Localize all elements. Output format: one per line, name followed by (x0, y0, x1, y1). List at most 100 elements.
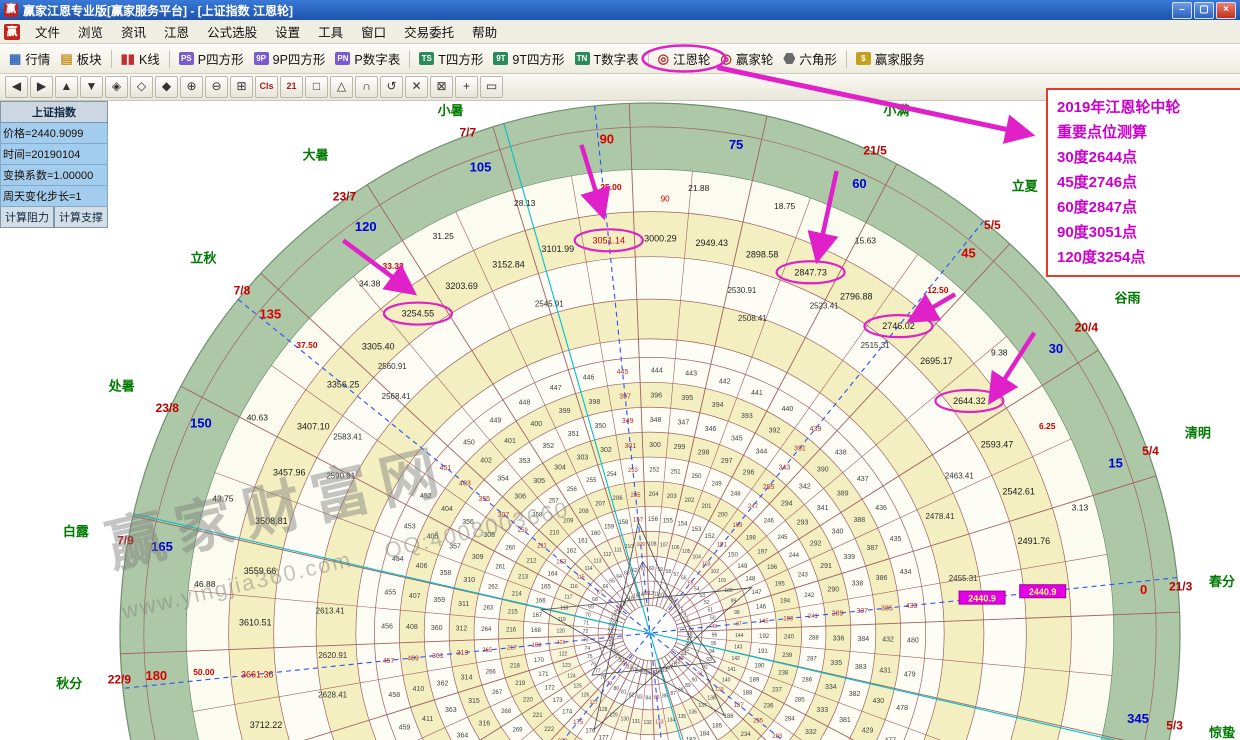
tool-forward[interactable]: ▶ (30, 76, 53, 98)
tool-select-tool[interactable]: ▭ (480, 76, 503, 98)
toolbar-item-t-number-table[interactable]: TNT数字表 (570, 47, 644, 70)
svg-text:315: 315 (468, 698, 480, 705)
annotation-line-1: 重要点位测算 (1057, 120, 1240, 145)
svg-text:5/4: 5/4 (1142, 444, 1159, 458)
toolbar-item-kline[interactable]: ▮▮K线 (116, 47, 165, 70)
tool-arc-tool[interactable]: ∩ (355, 76, 378, 98)
svg-text:203: 203 (667, 494, 678, 500)
toolbar-item-jiangenlun[interactable]: ◎江恩轮 (653, 47, 716, 70)
menu-item-5[interactable]: 设置 (266, 20, 309, 43)
sectors-icon: ▤ (60, 52, 72, 65)
menu-item-3[interactable]: 江恩 (155, 20, 198, 43)
service-label: 赢家服务 (875, 49, 925, 68)
maximize-button[interactable]: ▢ (1194, 2, 1214, 19)
annotation-line-5: 90度3051点 (1057, 220, 1240, 245)
svg-text:305: 305 (533, 478, 545, 485)
svg-text:241: 241 (808, 614, 819, 620)
tool-back[interactable]: ◀ (5, 76, 28, 98)
svg-text:71: 71 (583, 621, 589, 627)
svg-text:22/9: 22/9 (108, 672, 132, 686)
tool-move-tool[interactable]: + (455, 76, 478, 98)
app-logo-icon: 赢 (4, 3, 18, 17)
minimize-button[interactable]: – (1172, 2, 1192, 19)
tool-pointer[interactable]: ▲ (55, 76, 78, 98)
toolbar-item-p-number-table[interactable]: PNP数字表 (330, 47, 405, 70)
svg-text:13: 13 (643, 591, 649, 597)
calc-resistance-button[interactable]: 计算阻力 (0, 207, 54, 228)
tool-diamond-outline[interactable]: ◇ (130, 76, 153, 98)
tool-rotate-tool[interactable]: ↺ (380, 76, 403, 98)
svg-text:129: 129 (609, 712, 618, 718)
parameter-row-2: 变换系数=1.00000 (0, 165, 108, 186)
tool-zoom-out[interactable]: ⊖ (205, 76, 228, 98)
toolbar-item-quotes[interactable]: ▦行情 (4, 47, 55, 70)
svg-text:246: 246 (764, 518, 775, 524)
svg-text:193: 193 (783, 617, 794, 623)
svg-text:453: 453 (404, 523, 416, 530)
close-button[interactable]: × (1216, 2, 1236, 19)
tool-delete-tool[interactable]: ✕ (405, 76, 428, 98)
svg-text:清明: 清明 (1185, 426, 1211, 441)
menu-item-4[interactable]: 公式选股 (198, 20, 266, 43)
menu-item-8[interactable]: 交易委托 (395, 20, 463, 43)
svg-text:3.13: 3.13 (1072, 503, 1089, 513)
menu-item-6[interactable]: 工具 (309, 20, 352, 43)
menu-item-7[interactable]: 窗口 (352, 20, 395, 43)
svg-text:2491.76: 2491.76 (1018, 536, 1051, 546)
tool-boxed-x-tool[interactable]: ⊠ (430, 76, 453, 98)
svg-text:245: 245 (777, 535, 788, 541)
toolbar-item-t-square[interactable]: TST四方形 (414, 47, 488, 70)
svg-text:52: 52 (704, 600, 710, 606)
svg-text:15.63: 15.63 (855, 235, 877, 245)
svg-text:小满: 小满 (883, 103, 909, 118)
menu-item-2[interactable]: 资讯 (112, 20, 155, 43)
svg-text:149: 149 (737, 564, 748, 570)
svg-text:436: 436 (875, 505, 887, 512)
svg-text:390: 390 (817, 466, 829, 473)
svg-text:48: 48 (687, 632, 693, 638)
tool-diamond-fill[interactable]: ◆ (155, 76, 178, 98)
menu-item-1[interactable]: 浏览 (69, 20, 112, 43)
t-number-table-icon: TN (575, 52, 590, 65)
tool-cls[interactable]: Cls (255, 76, 278, 98)
menu-item-9[interactable]: 帮助 (463, 20, 506, 43)
svg-text:334: 334 (825, 684, 837, 691)
tool-filter[interactable]: ▼ (80, 76, 103, 98)
toolbar-item-9p-square[interactable]: 9P9P四方形 (249, 47, 331, 70)
svg-text:301: 301 (624, 443, 636, 450)
toolbar-item-p-square[interactable]: PSP四方形 (174, 47, 249, 70)
annotation-line-6: 120度3254点 (1057, 245, 1240, 270)
svg-text:125: 125 (574, 683, 583, 689)
svg-text:50: 50 (710, 616, 716, 622)
jiangenlun-label: 江恩轮 (673, 49, 711, 68)
calc-support-button[interactable]: 计算支撑 (54, 207, 108, 228)
tool-zoom-in[interactable]: ⊕ (180, 76, 203, 98)
svg-text:446: 446 (583, 375, 595, 382)
svg-text:392: 392 (769, 427, 781, 434)
toolbar-item-hexagon[interactable]: 六角形 (778, 47, 842, 70)
svg-text:267: 267 (492, 690, 503, 696)
toolbar-item-9t-square[interactable]: 9T9T四方形 (488, 47, 569, 70)
svg-text:50.00: 50.00 (193, 667, 215, 677)
tool-grid[interactable]: ⊞ (230, 76, 253, 98)
tool-triangle-tool[interactable]: △ (330, 76, 353, 98)
svg-text:186: 186 (724, 714, 735, 720)
tool-diamond-gold[interactable]: ◈ (105, 76, 128, 98)
kline-label: K线 (139, 49, 160, 68)
svg-text:430: 430 (873, 698, 885, 705)
toolbar-item-service[interactable]: $赢家服务 (851, 47, 930, 70)
tool-rect-tool[interactable]: □ (305, 76, 328, 98)
tool-calendar[interactable]: 21 (280, 76, 303, 98)
svg-text:346: 346 (705, 426, 717, 433)
svg-text:250: 250 (692, 474, 703, 480)
svg-text:110: 110 (625, 544, 633, 550)
svg-text:302: 302 (600, 447, 612, 454)
svg-text:258: 258 (532, 512, 543, 518)
toolbar-item-sectors[interactable]: ▤板块 (55, 47, 106, 70)
svg-text:34.38: 34.38 (359, 279, 381, 289)
toolbar-item-yingjialun[interactable]: ◎赢家轮 (716, 47, 779, 70)
menu-item-0[interactable]: 文件 (26, 20, 69, 43)
svg-text:298: 298 (698, 450, 710, 457)
svg-text:478: 478 (896, 705, 908, 712)
svg-text:2746.02: 2746.02 (882, 321, 915, 331)
